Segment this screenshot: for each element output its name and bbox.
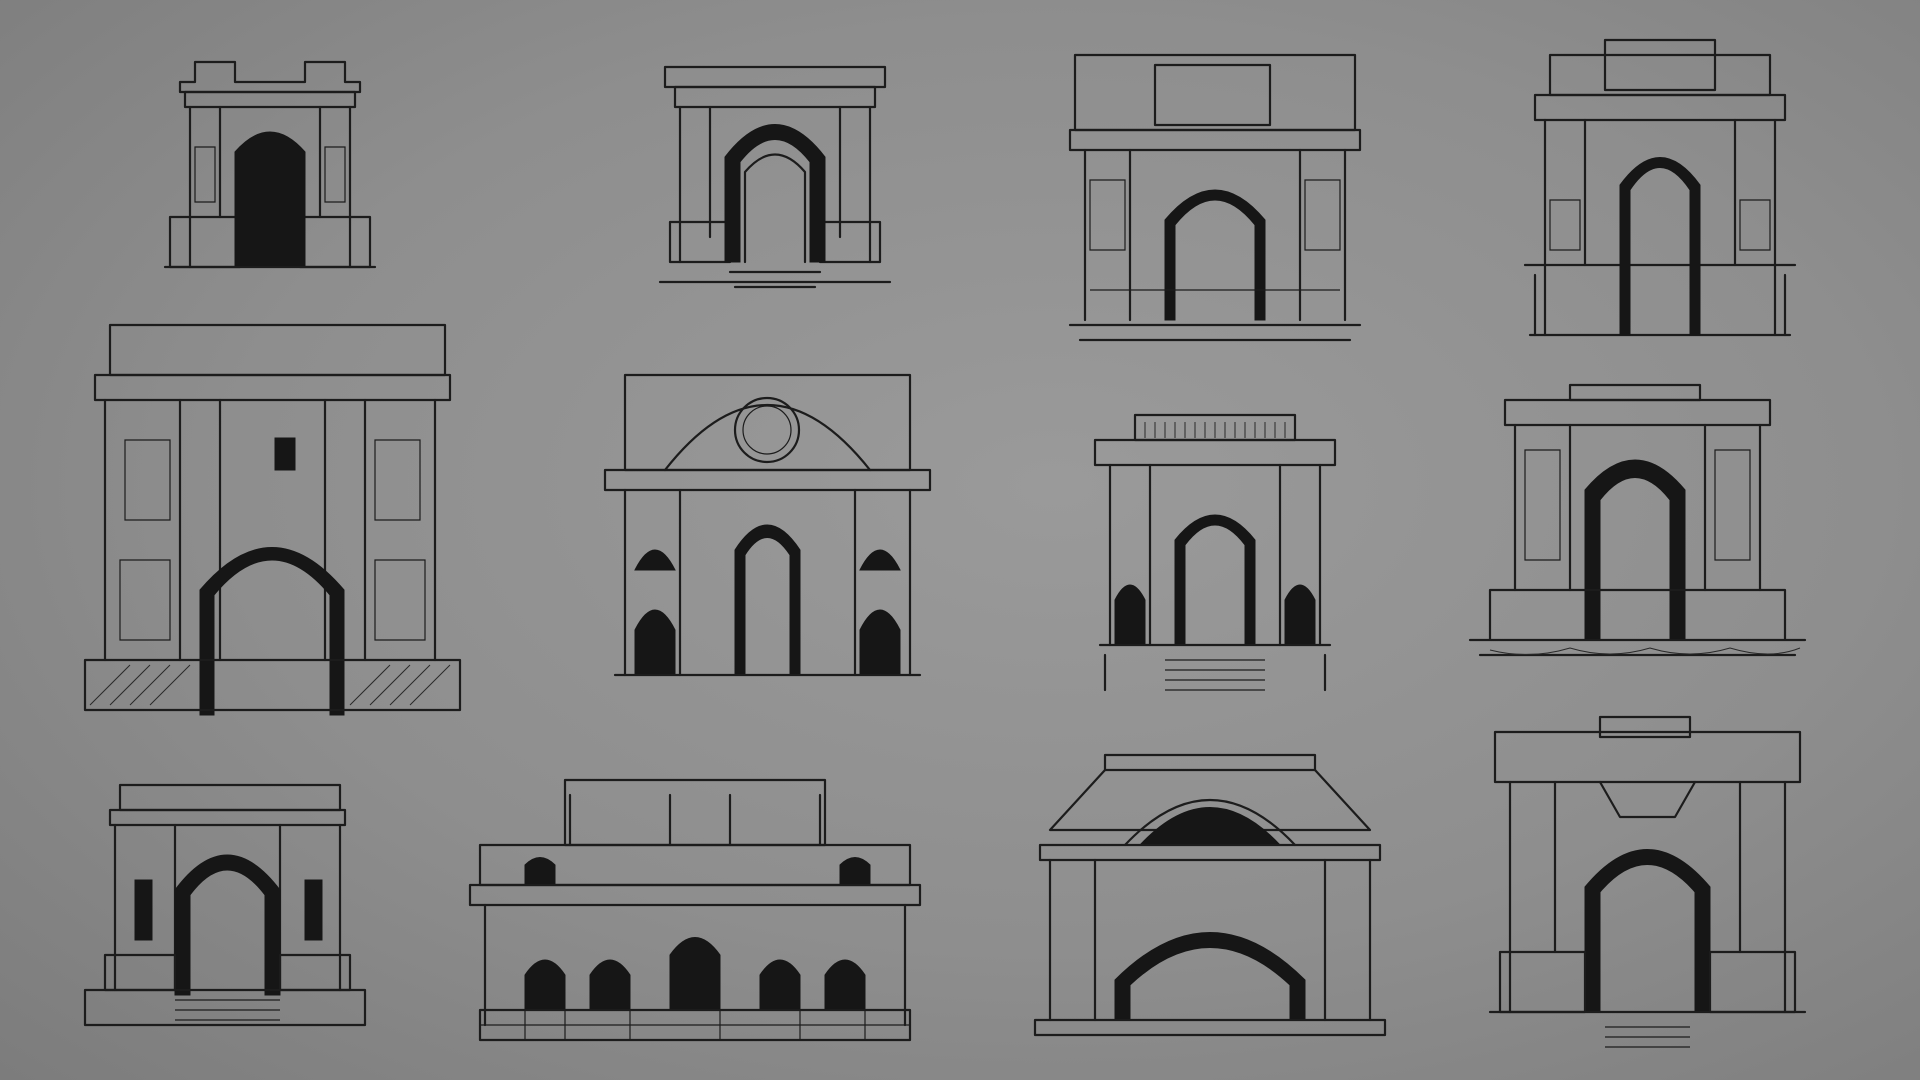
arch-sketch-8 — [1468, 380, 1807, 670]
arch-sketch-12 — [1488, 712, 1807, 1060]
arch-sketch-5 — [80, 320, 465, 716]
arch-sketch-9 — [80, 780, 370, 1030]
arch-sketch-6 — [603, 360, 932, 680]
arch-sketch-7 — [1093, 410, 1337, 695]
arch-sketch-4 — [1523, 35, 1797, 345]
arch-sketch-3 — [1068, 50, 1362, 345]
arch-sketch-10 — [468, 775, 922, 1045]
sketch-sheet — [0, 0, 1920, 1080]
arch-sketch-2 — [658, 62, 892, 292]
arch-sketch-1 — [163, 52, 377, 272]
arch-sketch-11 — [1030, 750, 1390, 1040]
